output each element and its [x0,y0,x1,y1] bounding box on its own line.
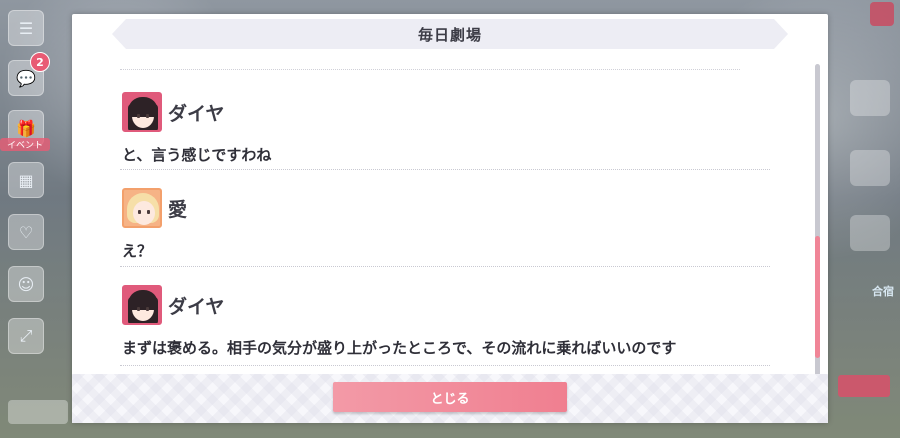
dialog-log[interactable]: ダイヤ と、言う感じですわね 愛 え？ ダイヤ まずは褒める。相手の気分が盛り上… [112,54,780,379]
event-icon[interactable] [850,150,890,186]
gift-icon[interactable]: ▦ [8,162,44,198]
bottom-left-tag[interactable] [8,400,68,424]
side-banner[interactable] [850,215,890,251]
dialog-title: 毎日劇場 [417,25,482,44]
scrollbar-thumb[interactable] [815,236,820,358]
dialog-title-bar: 毎日劇場 [112,19,788,49]
speaker-row: ダイヤ [122,90,224,134]
camp-label: 合宿 [872,285,894,298]
previous-line-cut [120,59,740,70]
help-icon[interactable] [850,80,890,116]
member-icon[interactable]: ☺ [8,266,44,302]
divider [120,365,770,366]
close-button[interactable]: とじる [333,382,567,412]
dialog-line: と、言う感じですわね [122,146,272,164]
expand-icon[interactable]: ⤢ [8,318,44,354]
side-red-banner[interactable] [838,375,890,397]
right-menu: 合宿 [825,0,900,438]
dia-avatar [122,92,162,132]
event-label: イベント [0,138,50,151]
left-menu: ☰ 💬 2 🎁 イベント ▦ ♡ ☺ ⤢ [0,0,68,438]
menu-icon[interactable]: ☰ [8,10,44,46]
daily-theater-dialog: 毎日劇場 ダイヤ と、言う感じですわね 愛 え？ ダイヤ まずは褒める。相手の気… [72,14,828,423]
speaker-name: ダイヤ [168,295,225,318]
notification-badge: 2 [30,52,50,72]
speaker-name: 愛 [168,198,188,221]
speaker-row: ダイヤ [122,283,224,327]
ai-avatar [122,188,162,228]
speaker-row: 愛 [122,186,187,230]
divider [120,169,770,170]
dia-avatar [122,285,162,325]
dialog-line: え？ [122,242,153,260]
top-right-icon[interactable] [870,2,894,26]
divider [120,266,770,267]
speaker-name: ダイヤ [168,102,225,125]
heart-icon[interactable]: ♡ [8,214,44,250]
dialog-line: まずは褒める。相手の気分が盛り上がったところで、その流れに乗ればいいのです [122,339,677,357]
